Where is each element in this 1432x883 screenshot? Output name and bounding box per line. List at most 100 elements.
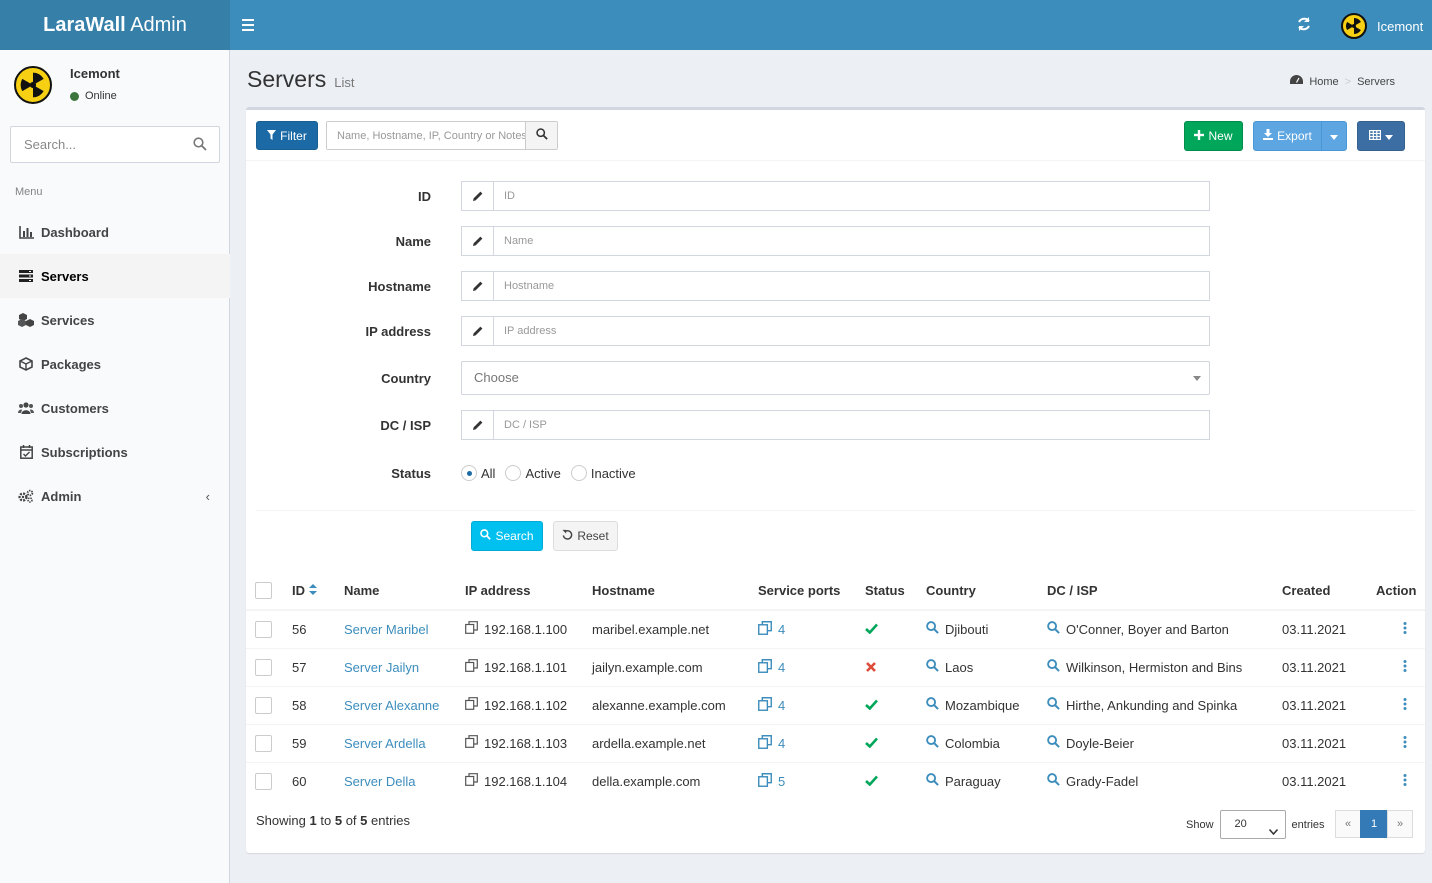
dc-input[interactable] <box>494 411 1209 439</box>
table-row[interactable]: 58 Server Alexanne 192.168.1.102 alexanne.e… <box>246 685 1425 724</box>
copy-icon[interactable] <box>465 659 478 675</box>
status-radio-inactive[interactable]: Inactive <box>570 465 636 481</box>
row-checkbox[interactable] <box>255 772 272 790</box>
table-row[interactable]: 60 Server Della 192.168.1.104 della.example… <box>246 761 1425 800</box>
id-input[interactable] <box>494 182 1209 210</box>
new-button[interactable]: New <box>1184 121 1243 151</box>
export-button[interactable]: Export <box>1253 121 1322 151</box>
table-row[interactable]: 59 Server Ardella 192.168.1.103 ardella.exa… <box>246 723 1425 762</box>
row-dc[interactable]: O'Conner, Boyer and Barton <box>1039 609 1274 648</box>
search-icon[interactable] <box>193 137 207 154</box>
row-country[interactable]: Colombia <box>918 723 1039 762</box>
user-menu[interactable]: Icemont <box>1341 13 1423 39</box>
row-ports[interactable]: 4 <box>750 647 857 686</box>
name-label: Name <box>395 234 431 249</box>
row-dc[interactable]: Grady-Fadel <box>1039 761 1274 800</box>
row-country[interactable]: Djibouti <box>918 609 1039 648</box>
sidebar-item-subscriptions[interactable]: Subscriptions <box>0 430 230 474</box>
hostname-input[interactable] <box>494 272 1209 300</box>
search-icon <box>480 529 492 543</box>
row-name-link[interactable]: Server Ardella <box>336 723 457 762</box>
column-header-hostname[interactable]: Hostname <box>584 572 750 611</box>
row-name-link[interactable]: Server Alexanne <box>336 685 457 724</box>
more-vertical-icon[interactable] <box>1403 773 1407 789</box>
status-radio-active[interactable]: Active <box>505 465 561 481</box>
sidebar-search-input[interactable] <box>11 127 181 162</box>
ip-input[interactable] <box>494 317 1209 345</box>
prev-page-button[interactable]: « <box>1335 810 1361 838</box>
status-radio-all[interactable]: All <box>461 465 495 481</box>
next-page-button[interactable]: » <box>1387 810 1413 838</box>
quick-search-button[interactable] <box>525 122 557 149</box>
column-header-country[interactable]: Country <box>918 572 1039 611</box>
row-ports[interactable]: 4 <box>750 685 857 724</box>
columns-button[interactable] <box>1357 121 1405 151</box>
row-action <box>1368 723 1425 762</box>
row-name-link[interactable]: Server Jailyn <box>336 647 457 686</box>
column-header-ports[interactable]: Service ports <box>750 572 857 611</box>
more-vertical-icon[interactable] <box>1403 697 1407 713</box>
sidebar-item-servers[interactable]: Servers <box>0 254 230 298</box>
row-dc[interactable]: Hirthe, Ankunding and Spinka <box>1039 685 1274 724</box>
table-row[interactable]: 57 Server Jailyn 192.168.1.101 jailyn.examp… <box>246 647 1425 686</box>
sidebar-item-label: Customers <box>41 400 109 416</box>
row-ports[interactable]: 4 <box>750 609 857 648</box>
row-name-link[interactable]: Server Maribel <box>336 609 457 648</box>
sidebar-item-admin[interactable]: Admin ‹ <box>0 474 230 518</box>
breadcrumb-home[interactable]: Home <box>1309 76 1338 88</box>
column-header-created[interactable]: Created <box>1274 572 1368 611</box>
row-ports[interactable]: 4 <box>750 723 857 762</box>
table-row[interactable]: 56 Server Maribel 192.168.1.100 maribel.exa… <box>246 609 1425 648</box>
row-country-value: Laos <box>945 659 974 675</box>
page-button-1[interactable]: 1 <box>1360 810 1388 838</box>
column-header-status[interactable]: Status <box>857 572 918 611</box>
refresh-icon[interactable] <box>1296 16 1314 34</box>
row-name-link[interactable]: Server Della <box>336 761 457 800</box>
row-country[interactable]: Paraguay <box>918 761 1039 800</box>
id-field <box>461 181 1210 211</box>
row-checkbox[interactable] <box>255 620 272 638</box>
more-vertical-icon[interactable] <box>1403 659 1407 675</box>
user-status: Online <box>70 90 117 102</box>
column-header-id[interactable]: ID <box>284 572 336 611</box>
row-checkbox[interactable] <box>255 658 272 676</box>
new-button-label: New <box>1208 129 1233 143</box>
row-checkbox[interactable] <box>255 696 272 714</box>
export-dropdown-toggle[interactable] <box>1321 121 1347 151</box>
column-header-ip[interactable]: IP address <box>457 572 584 611</box>
row-country[interactable]: Mozambique <box>918 685 1039 724</box>
row-country[interactable]: Laos <box>918 647 1039 686</box>
name-input[interactable] <box>494 227 1209 255</box>
chevron-left-icon[interactable]: ‹ <box>206 489 210 504</box>
row-ip: 192.168.1.101 <box>457 647 584 686</box>
row-checkbox[interactable] <box>255 734 272 752</box>
select-all-checkbox[interactable] <box>255 582 272 600</box>
more-vertical-icon[interactable] <box>1403 735 1407 751</box>
sidebar-item-services[interactable]: Services <box>0 298 230 342</box>
filter-row-name: Name <box>246 226 1425 256</box>
sidebar-toggle-icon[interactable] <box>242 16 260 34</box>
app-logo[interactable]: LaraWall Admin <box>0 0 230 50</box>
search-button[interactable]: Search <box>471 521 543 551</box>
country-select[interactable]: Choose <box>461 361 1210 395</box>
sidebar-item-packages[interactable]: Packages <box>0 342 230 386</box>
row-dc[interactable]: Doyle-Beier <box>1039 723 1274 762</box>
row-dc[interactable]: Wilkinson, Hermiston and Bins <box>1039 647 1274 686</box>
column-header-name[interactable]: Name <box>336 572 457 611</box>
copy-icon[interactable] <box>465 697 478 713</box>
more-vertical-icon[interactable] <box>1403 621 1407 637</box>
row-ports[interactable]: 5 <box>750 761 857 800</box>
sidebar-item-dashboard[interactable]: Dashboard <box>0 210 230 254</box>
column-header-dc[interactable]: DC / ISP <box>1039 572 1274 611</box>
search-icon <box>926 697 939 713</box>
copy-icon[interactable] <box>465 621 478 637</box>
copy-icon[interactable] <box>465 773 478 789</box>
quick-search-input[interactable] <box>327 122 525 149</box>
filter-button[interactable]: Filter <box>256 121 318 150</box>
row-id: 56 <box>284 609 336 648</box>
page-length-select[interactable]: 20 <box>1219 810 1286 839</box>
sidebar-item-customers[interactable]: Customers <box>0 386 230 430</box>
sort-icon[interactable] <box>308 583 317 598</box>
copy-icon[interactable] <box>465 735 478 751</box>
reset-button[interactable]: Reset <box>553 521 618 551</box>
